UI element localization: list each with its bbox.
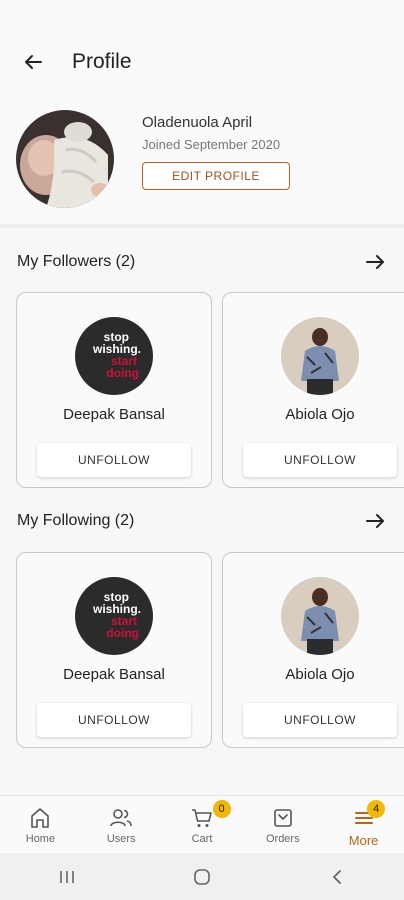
followers-header: My Followers (2) — [0, 238, 404, 286]
unfollow-button[interactable]: UNFOLLOW — [243, 443, 397, 477]
system-back-button[interactable] — [317, 862, 357, 892]
nav-label: Home — [25, 833, 56, 845]
arrow-right-icon[interactable] — [364, 510, 386, 532]
user-card[interactable]: Abiola Ojo UNFOLLOW — [222, 292, 404, 488]
user-card[interactable]: stop wishing. start doing Deepak Bansal … — [16, 552, 212, 748]
arrow-left-icon — [25, 55, 42, 69]
nav-item-orders[interactable]: Orders — [242, 796, 323, 853]
avatar-text-line: doing — [106, 626, 139, 640]
status-bar — [0, 0, 404, 32]
user-name: Abiola Ojo — [285, 406, 355, 423]
user-avatar — [281, 577, 359, 655]
user-card[interactable]: stop wishing. start doing Deepak Bansal … — [16, 292, 212, 488]
arrow-right-icon[interactable] — [364, 251, 386, 273]
home-system-button[interactable] — [182, 862, 222, 892]
page-title: Profile — [72, 50, 132, 73]
user-card[interactable]: Abiola Ojo UNFOLLOW — [222, 552, 404, 748]
profile-name: Oladenuola April — [142, 114, 253, 131]
profile-info: Oladenuola April Joined September 2020 E… — [142, 114, 290, 190]
recents-button[interactable] — [47, 862, 87, 892]
users-icon — [110, 809, 132, 827]
user-name: Abiola Ojo — [285, 666, 355, 683]
user-name: Deepak Bansal — [63, 666, 165, 683]
user-avatar: stop wishing. start doing — [75, 577, 153, 655]
more-badge: 4 — [367, 800, 386, 818]
nav-label: Orders — [265, 833, 300, 845]
following-carousel[interactable]: stop wishing. start doing Deepak Bansal … — [0, 552, 404, 750]
chevron-left-icon — [332, 869, 341, 884]
unfollow-button[interactable]: UNFOLLOW — [37, 703, 191, 737]
following-header: My Following (2) — [0, 497, 404, 545]
followers-section: My Followers (2) stop wishing. start doi… — [0, 238, 404, 490]
user-avatar: stop wishing. start doing — [75, 317, 153, 395]
avatar[interactable] — [16, 110, 114, 208]
home-circle-icon — [194, 868, 210, 885]
nav-label: More — [348, 833, 379, 848]
bottom-nav: Home Users 0 Cart Orders 4 More — [0, 795, 404, 853]
profile-card: Oladenuola April Joined September 2020 E… — [0, 92, 404, 228]
avatar-text-line: doing — [106, 366, 139, 380]
back-button[interactable] — [20, 49, 46, 75]
unfollow-button[interactable]: UNFOLLOW — [37, 443, 191, 477]
followers-carousel[interactable]: stop wishing. start doing Deepak Bansal … — [0, 292, 404, 490]
cart-icon — [191, 809, 212, 827]
app-header: Profile — [0, 32, 404, 92]
followers-title: My Followers (2) — [17, 253, 136, 270]
nav-item-home[interactable]: Home — [0, 796, 81, 853]
nav-label: Cart — [191, 833, 213, 845]
recents-icon — [60, 870, 75, 883]
edit-profile-button[interactable]: EDIT PROFILE — [142, 162, 290, 190]
cart-badge: 0 — [212, 800, 231, 818]
orders-icon — [273, 809, 292, 827]
user-avatar — [281, 317, 359, 395]
following-section: My Following (2) stop wishing. start doi… — [0, 497, 404, 750]
nav-item-more[interactable]: 4 More — [323, 796, 404, 853]
nav-label: Users — [106, 833, 136, 845]
home-icon — [31, 808, 50, 828]
system-nav-bar — [0, 853, 404, 900]
nav-item-users[interactable]: Users — [81, 796, 162, 853]
unfollow-button[interactable]: UNFOLLOW — [243, 703, 397, 737]
user-name: Deepak Bansal — [63, 406, 165, 423]
profile-joined-date: Joined September 2020 — [142, 137, 281, 152]
following-title: My Following (2) — [17, 512, 135, 529]
nav-item-cart[interactable]: 0 Cart — [162, 796, 243, 853]
